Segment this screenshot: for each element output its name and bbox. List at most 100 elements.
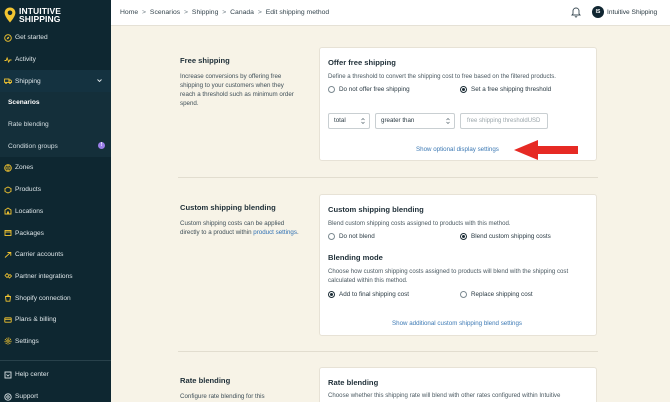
custom-blending-card-title: Custom shipping blending	[328, 205, 424, 214]
breadcrumb-scenarios[interactable]: Scenarios	[150, 9, 180, 16]
sidebar-item-activity[interactable]: Activity	[0, 49, 111, 71]
rate-blending-card-desc: Choose whether this shipping rate will b…	[328, 392, 561, 399]
breadcrumb-separator: >	[184, 9, 189, 16]
radio-replace-shipping-cost[interactable]: Replace shipping cost	[460, 291, 533, 298]
sidebar-item-settings[interactable]: Settings	[0, 331, 111, 353]
radio-indicator[interactable]	[328, 233, 335, 240]
breadcrumb: Home > Scenarios > Shipping > Canada > E…	[120, 9, 329, 16]
sidebar-item-locations[interactable]: Locations	[0, 201, 111, 223]
radio-label: Add to final shipping cost	[339, 291, 410, 298]
sidebar-item-shipping[interactable]: Shipping	[0, 70, 111, 93]
breadcrumb-shipping[interactable]: Shipping	[192, 9, 218, 16]
sidebar-item-partner-integrations[interactable]: Partner integrations	[0, 266, 111, 288]
sidebar-item-label: Partner integrations	[15, 272, 73, 280]
sidebar: INTUITIVE SHIPPING Get started Activity …	[0, 0, 111, 402]
blending-mode-title: Blending mode	[328, 253, 383, 262]
sidebar-item-label: Scenarios	[8, 99, 40, 107]
blending-mode-desc: Choose how custom shipping costs assigne…	[328, 268, 569, 284]
sidebar-item-label: Carrier accounts	[15, 251, 64, 259]
rate-blending-card-title: Rate blending	[328, 378, 379, 387]
sidebar-item-label: Locations	[15, 207, 44, 215]
breadcrumb-current: Edit shipping method	[265, 9, 330, 16]
sidebar-item-rate-blending[interactable]: Rate blending	[0, 113, 111, 136]
sidebar-item-plans-billing[interactable]: Plans & billing	[0, 309, 111, 331]
sidebar-item-label: Settings	[15, 337, 39, 345]
radio-indicator[interactable]	[328, 86, 335, 93]
product-settings-link[interactable]: product settings	[253, 229, 297, 236]
sidebar-item-shopify-connection[interactable]: Shopify connection	[0, 287, 111, 309]
avatar[interactable]: IS	[592, 6, 604, 18]
gear-icon	[4, 337, 12, 345]
sidebar-item-label: Products	[15, 186, 42, 194]
zones-icon	[4, 164, 12, 172]
sidebar-item-label: Packages	[15, 229, 44, 237]
app-logo[interactable]: INTUITIVE SHIPPING	[4, 4, 108, 26]
rate-blending-section-title: Rate blending	[180, 376, 231, 385]
activity-icon	[4, 56, 12, 64]
radio-do-not-blend[interactable]: Do not blend	[328, 233, 375, 240]
radio-add-to-final-cost[interactable]: Add to final shipping cost	[328, 291, 409, 298]
bell-icon[interactable]	[571, 7, 581, 18]
sidebar-nav: Get started Activity Shipping Scenarios …	[0, 27, 111, 352]
support-icon	[4, 392, 12, 401]
offer-free-shipping-title: Offer free shipping	[328, 58, 396, 67]
section-divider	[178, 177, 598, 178]
threshold-operator-select[interactable]: greater than	[375, 113, 455, 129]
select-arrows-icon	[361, 118, 365, 124]
threshold-amount-input[interactable]: free shipping thresholdUSD	[460, 113, 548, 129]
rate-blending-card: Rate blending Choose whether this shippi…	[319, 367, 597, 402]
radio-indicator[interactable]	[328, 291, 335, 298]
sidebar-item-label: Plans & billing	[15, 316, 57, 324]
billing-icon	[4, 316, 12, 324]
carrier-icon	[4, 251, 12, 259]
breadcrumb-separator: >	[257, 9, 262, 16]
offer-free-shipping-desc: Define a threshold to convert the shippi…	[328, 73, 556, 80]
sidebar-item-carrier-accounts[interactable]: Carrier accounts	[0, 244, 111, 266]
sidebar-item-scenarios[interactable]: Scenarios	[0, 92, 111, 114]
packages-icon	[4, 229, 12, 237]
help-icon	[4, 371, 12, 379]
sidebar-item-support[interactable]: Support	[0, 386, 111, 402]
radio-free-shipping-threshold[interactable]: Set a free shipping threshold	[460, 86, 551, 93]
free-shipping-section-title: Free shipping	[180, 56, 230, 65]
radio-label: Set a free shipping threshold	[471, 86, 552, 93]
show-optional-display-settings-link[interactable]: Show optional display settings	[416, 146, 499, 153]
radio-blend-custom-costs[interactable]: Blend custom shipping costs	[460, 233, 551, 240]
radio-label: Do not offer free shipping	[339, 86, 410, 93]
sidebar-item-products[interactable]: Products	[0, 179, 111, 201]
sidebar-bottom-nav: Help center Support	[0, 357, 111, 402]
free-shipping-section-desc: Increase conversions by offering free sh…	[180, 73, 294, 107]
sidebar-item-label: Activity	[15, 56, 36, 64]
sidebar-item-label: Support	[15, 393, 39, 401]
threshold-field-select[interactable]: total	[328, 113, 370, 129]
breadcrumb-home[interactable]: Home	[120, 9, 138, 16]
section-divider	[178, 351, 598, 352]
sidebar-item-zones[interactable]: Zones	[0, 157, 111, 179]
partner-icon	[4, 272, 12, 280]
sidebar-item-label: Shopify connection	[15, 294, 71, 302]
custom-shipping-blending-card: Custom shipping blending Blend custom sh…	[319, 194, 597, 336]
sidebar-item-help-center[interactable]: Help center	[0, 364, 111, 386]
sidebar-item-packages[interactable]: Packages	[0, 222, 111, 244]
custom-blending-card-desc: Blend custom shipping costs assigned to …	[328, 220, 511, 227]
select-value: total	[334, 117, 346, 124]
breadcrumb-canada[interactable]: Canada	[230, 9, 254, 16]
user-name[interactable]: Intuitive Shipping	[607, 9, 657, 16]
alert-badge: !	[98, 142, 105, 150]
chevron-down-icon[interactable]	[97, 78, 102, 83]
logo-wordmark: INTUITIVE SHIPPING	[19, 6, 61, 24]
sidebar-item-get-started[interactable]: Get started	[0, 27, 111, 49]
shipping-icon	[4, 77, 12, 85]
logo-line-2: SHIPPING	[19, 14, 61, 24]
radio-indicator[interactable]	[460, 291, 467, 298]
radio-label: Replace shipping cost	[471, 291, 533, 298]
rate-blending-section-desc: Configure rate blending for this	[180, 393, 265, 400]
radio-no-free-shipping[interactable]: Do not offer free shipping	[328, 86, 410, 93]
annotation-arrow-icon	[514, 140, 578, 160]
radio-indicator[interactable]	[460, 86, 467, 93]
sidebar-item-condition-groups[interactable]: Condition groups !	[0, 135, 111, 158]
show-additional-blend-settings-link[interactable]: Show additional custom shipping blend se…	[392, 320, 522, 327]
radio-indicator[interactable]	[460, 233, 467, 240]
compass-icon	[4, 34, 12, 42]
input-placeholder: free shipping threshold	[467, 118, 528, 124]
